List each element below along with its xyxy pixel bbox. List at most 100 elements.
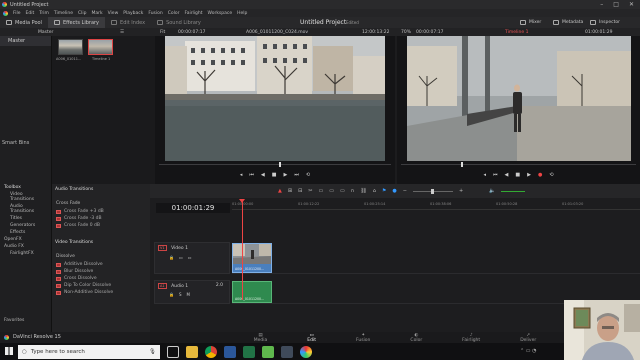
- effect-item[interactable]: Non-Additive Dissolve: [52, 289, 150, 296]
- menu-item[interactable]: View: [108, 11, 119, 16]
- effect-item[interactable]: Additive Dissolve: [52, 261, 150, 268]
- loop-icon[interactable]: ⟲: [306, 172, 310, 178]
- tree-item-toolbox[interactable]: Toolbox: [0, 184, 51, 191]
- inspector-button[interactable]: Inspector: [590, 17, 620, 28]
- lock-track-icon[interactable]: 🔒: [169, 255, 174, 260]
- effects-library-button[interactable]: Effects Library: [47, 17, 106, 28]
- excel-icon[interactable]: [243, 345, 255, 358]
- auto-select-icon[interactable]: ▭: [179, 255, 183, 260]
- camtasia-icon[interactable]: [262, 345, 274, 358]
- chrome-icon[interactable]: [205, 345, 217, 358]
- metadata-button[interactable]: Metadata: [553, 17, 583, 28]
- skip-to-start-icon[interactable]: ⏮: [249, 172, 254, 178]
- blade-tool-icon[interactable]: ✂: [308, 188, 312, 194]
- taskbar-search[interactable]: ○ Type here to search 🎙: [18, 344, 160, 359]
- timeline-thumbnail[interactable]: [88, 39, 113, 55]
- jog-left-icon[interactable]: ◂: [483, 172, 486, 178]
- effect-item[interactable]: Cross Fade -3 dB: [52, 215, 150, 222]
- microphone-icon[interactable]: 🎙: [149, 349, 156, 355]
- word-icon[interactable]: [224, 345, 236, 358]
- edit-index-button[interactable]: Edit Index: [105, 17, 151, 28]
- tree-item-fairlightfx[interactable]: FairlightFX: [0, 250, 51, 257]
- clip-thumbnail[interactable]: [58, 39, 83, 55]
- timeline-name[interactable]: Timeline 1: [505, 30, 528, 35]
- volume-icon[interactable]: 🔈: [489, 188, 495, 194]
- play-reverse-icon[interactable]: ◀: [505, 172, 509, 178]
- selection-tool-icon[interactable]: ▲: [278, 188, 282, 194]
- replace-clip-icon[interactable]: ▭: [340, 188, 345, 194]
- audio-track-header[interactable]: A1 Audio 1 2.0 🔒 S M: [154, 280, 230, 304]
- audio-clip[interactable]: A006_01011200...: [232, 281, 272, 303]
- minimize-icon[interactable]: –: [600, 1, 603, 8]
- insert-clip-icon[interactable]: ▭: [318, 188, 323, 194]
- page-fusion[interactable]: ✦ Fusion: [356, 332, 370, 343]
- lock-track-icon[interactable]: 🔒: [169, 292, 174, 297]
- effect-item[interactable]: Cross Fade 0 dB: [52, 222, 150, 229]
- effect-item[interactable]: Blur Dissolve: [52, 268, 150, 275]
- stop-icon[interactable]: ■: [272, 172, 277, 178]
- timeline-ruler[interactable]: 01:00:00:00 01:00:12:22 01:00:25:14 01:0…: [232, 201, 640, 210]
- trim-tool-icon[interactable]: ⊞: [288, 188, 292, 194]
- mixer-button[interactable]: Mixer: [520, 17, 541, 28]
- zoom-slider[interactable]: [412, 188, 453, 194]
- track-visible-icon[interactable]: ▭: [188, 255, 192, 260]
- sound-library-button[interactable]: Sound Library: [151, 17, 207, 28]
- page-media[interactable]: ▤ Media: [254, 332, 268, 343]
- dynamic-trim-icon[interactable]: ⊟: [298, 188, 302, 194]
- flag-icon[interactable]: ⚑: [382, 188, 386, 194]
- tree-item-generators[interactable]: Generators: [0, 222, 51, 229]
- play-icon[interactable]: ▶: [284, 172, 288, 178]
- play-icon[interactable]: ▶: [527, 172, 531, 178]
- media-pool-button[interactable]: Media Pool: [0, 17, 48, 28]
- video-track-header[interactable]: V1 Video 1 🔒 ▭ ▭: [154, 242, 230, 274]
- lock-icon[interactable]: ⌂: [373, 188, 376, 194]
- tree-item-audio-transitions[interactable]: Audio Transitions: [0, 203, 51, 215]
- fit-zoom-select[interactable]: Fit: [160, 30, 165, 35]
- source-viewer[interactable]: ◂ ⏮ ◀ ■ ▶ ⏭ ⟲: [155, 36, 395, 184]
- zoom-in-icon[interactable]: +: [459, 188, 463, 194]
- close-icon[interactable]: ✕: [629, 1, 634, 8]
- playhead[interactable]: [239, 199, 245, 300]
- program-zoom-select[interactable]: 70%: [401, 30, 411, 35]
- skip-to-end-icon[interactable]: ⏭: [294, 172, 299, 178]
- list-view-icon[interactable]: ☰: [120, 30, 124, 35]
- file-explorer-icon[interactable]: [186, 345, 198, 358]
- tree-item-titles[interactable]: Titles: [0, 215, 51, 222]
- menu-item[interactable]: Playback: [123, 11, 143, 16]
- page-edit[interactable]: ▭ Edit: [307, 332, 316, 343]
- menu-item[interactable]: Fusion: [148, 11, 162, 16]
- tree-item-openfx[interactable]: OpenFX: [0, 236, 51, 243]
- tree-item-audio-fx[interactable]: Audio FX: [0, 243, 51, 250]
- effect-item[interactable]: Cross Fade +3 dB: [52, 208, 150, 215]
- loop-icon[interactable]: ⟲: [549, 172, 553, 178]
- menu-item[interactable]: Workspace: [208, 11, 233, 16]
- solo-icon[interactable]: S: [179, 292, 182, 297]
- jog-left-icon[interactable]: ◂: [240, 172, 243, 178]
- stop-icon[interactable]: ■: [515, 172, 520, 178]
- favorites-label[interactable]: Favorites: [0, 317, 51, 324]
- effect-item[interactable]: Cross Dissolve: [52, 275, 150, 282]
- volume-slider[interactable]: [501, 190, 526, 192]
- task-view-icon[interactable]: [167, 345, 179, 358]
- maximize-icon[interactable]: □: [613, 1, 619, 8]
- windows-start-icon[interactable]: [5, 347, 13, 355]
- program-scrub-bar[interactable]: [401, 162, 636, 167]
- page-deliver[interactable]: ➚ Deliver: [520, 332, 536, 343]
- timeline-viewer[interactable]: ◂ ⏮ ◀ ■ ▶ ● ⟲: [397, 36, 640, 184]
- page-color[interactable]: ◐ Color: [410, 332, 422, 343]
- skip-to-start-icon[interactable]: ⏮: [493, 172, 498, 178]
- menu-item[interactable]: Mark: [91, 11, 102, 16]
- app-icon[interactable]: [281, 345, 293, 358]
- menu-item[interactable]: Timeline: [54, 11, 73, 16]
- video-clip[interactable]: A006_01011200...: [232, 243, 272, 273]
- link-icon[interactable]: ⛓: [360, 188, 366, 194]
- zoom-out-icon[interactable]: −: [403, 188, 407, 194]
- tree-item-video-transitions[interactable]: Video Transitions: [0, 191, 51, 203]
- bin-path[interactable]: Master: [38, 30, 53, 35]
- track-name[interactable]: Video 1: [171, 246, 188, 251]
- track-name[interactable]: Audio 1: [171, 284, 188, 289]
- page-fairlight[interactable]: ♪ Fairlight: [462, 332, 480, 343]
- source-clip-name[interactable]: A006_01011200_C024.mov: [246, 30, 308, 35]
- source-scrub-bar[interactable]: [159, 162, 391, 167]
- record-icon[interactable]: ●: [538, 172, 542, 178]
